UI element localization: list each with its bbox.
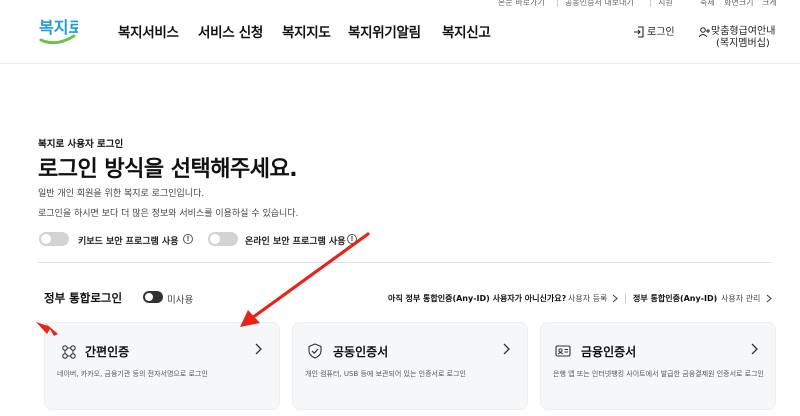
chevron-right-icon [255, 343, 262, 355]
divider [625, 294, 626, 303]
info-icon[interactable]: ! [347, 234, 357, 244]
gov-login-toggle[interactable] [143, 291, 163, 303]
login-link[interactable]: 로그인 [647, 27, 675, 38]
nav-welfare-services[interactable]: 복지서비스 [118, 21, 179, 41]
card-title: 금융인증서 [581, 345, 637, 359]
network-icon [62, 345, 76, 359]
info-icon[interactable]: ! [183, 234, 193, 244]
nav-service-application[interactable]: 서비스 신청 [198, 21, 263, 41]
welfare-membership-label: (복지멤버십) [716, 38, 770, 49]
section-eyebrow: 복지로 사용자 로그인 [38, 139, 124, 150]
online-security-label: 온라인 보안 프로그램 사용 [245, 237, 346, 247]
user-plus-icon [698, 27, 710, 38]
login-icon [634, 26, 644, 38]
nav-welfare-report[interactable]: 복지신고 [442, 21, 491, 41]
nav-welfare-crisis-alert[interactable]: 복지위기알림 [348, 21, 421, 41]
financial-certificate-card[interactable]: 금융인증서 은행 앱 또는 인터넷뱅킹 사이트에서 발급한 금융결제원 인증서로… [540, 322, 776, 410]
section-divider [38, 262, 772, 263]
register-user-link[interactable]: 사용자 등록 [568, 293, 607, 304]
anyid-question: 아직 정부 통합인증(Any-ID) 사용자가 아니신가요? [388, 294, 567, 303]
keyboard-security-toggle[interactable] [39, 232, 69, 246]
card-title: 간편인증 [85, 345, 130, 359]
bokjiro-logo[interactable]: 복지로 [38, 14, 78, 48]
description-line-2: 로그인을 하시면 보다 더 많은 정보와 서비스를 이용하실 수 있습니다. [38, 209, 299, 219]
shield-check-icon [308, 343, 322, 359]
site-header: 복지로 복지서비스 서비스 신청 복지지도 복지위기알림 복지신고 로그인 맞춤… [0, 0, 800, 64]
gov-login-toggle-label: 미사용 [167, 295, 194, 306]
card-description: 개인 컴퓨터, USB 등에 보관되어 있는 인증서로 로그인 [305, 370, 466, 378]
svg-text:복지로: 복지로 [39, 18, 78, 37]
manage-user-link[interactable]: 사용자 관리 [721, 293, 760, 304]
nav-welfare-map[interactable]: 복지지도 [282, 21, 331, 41]
joint-certificate-card[interactable]: 공동인증서 개인 컴퓨터, USB 등에 보관되어 있는 인증서로 로그인 [292, 322, 528, 410]
keyboard-security-label: 키보드 보안 프로그램 사용 [78, 237, 179, 247]
card-title: 공동인증서 [333, 345, 389, 359]
simple-auth-card[interactable]: 간편인증 네이버, 카카오, 금융기관 등의 전자서명으로 로그인 [44, 322, 280, 410]
custom-benefit-guide-link[interactable]: 맞춤형급여안내 [711, 26, 775, 37]
chevron-right-icon [766, 294, 772, 303]
chevron-right-icon [612, 294, 618, 303]
online-security-toggle[interactable] [208, 232, 238, 246]
card-description: 네이버, 카카오, 금융기관 등의 전자서명으로 로그인 [57, 370, 208, 378]
id-card-icon [555, 345, 571, 357]
chevron-right-icon [503, 343, 510, 355]
gov-login-title: 정부 통합로그인 [44, 291, 123, 305]
divider [714, 294, 715, 303]
annotation-arrow-diagonal [240, 232, 370, 327]
anyid-label: 정부 통합인증(Any-ID) [633, 294, 718, 303]
page-title: 로그인 방식을 선택해주세요. [38, 157, 298, 182]
chevron-right-icon [751, 343, 758, 355]
description-line-1: 일반 개인 회원을 위한 복지로 로그인입니다. [38, 189, 205, 199]
card-description: 은행 앱 또는 인터넷뱅킹 사이트에서 발급한 금융결제원 인증서로 로그인 [553, 370, 764, 378]
